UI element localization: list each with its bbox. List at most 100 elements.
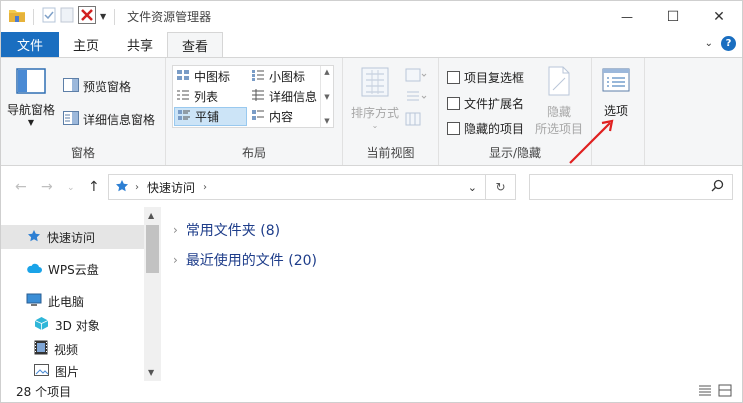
hidden-items-toggle[interactable]: 隐藏的项目 [447, 120, 524, 137]
tab-share[interactable]: 共享 [113, 32, 167, 57]
layout-list[interactable]: 列表 [174, 87, 247, 106]
item-checkboxes-checkbox[interactable] [447, 71, 460, 84]
panes-group-label: 窗格 [70, 146, 95, 160]
breadcrumb-separator-icon[interactable]: › [203, 182, 207, 193]
preview-pane-label: 预览窗格 [83, 80, 132, 94]
large-icons-view-icon[interactable] [718, 384, 732, 400]
sidebar-item-pictures[interactable]: 图片 [1, 361, 144, 381]
folder-icon [9, 8, 25, 25]
hidden-items-checkbox[interactable] [447, 122, 460, 135]
scrollbar-thumb[interactable] [146, 225, 159, 273]
scroll-up-icon[interactable]: ▲ [324, 68, 329, 76]
scroll-up-icon[interactable]: ▲ [148, 211, 154, 220]
minimize-button[interactable]: — [604, 1, 650, 32]
details-pane-button[interactable]: 详细信息窗格 [63, 111, 155, 128]
navigation-pane-dropdown-icon: ▼ [27, 118, 35, 127]
layout-medium-icons-label: 中图标 [194, 70, 231, 84]
layout-details[interactable]: 详细信息 [249, 87, 320, 106]
help-icon[interactable]: ? [721, 36, 736, 51]
add-columns-icon[interactable] [405, 90, 427, 107]
sort-by-icon [360, 66, 390, 101]
forward-arrow-icon[interactable]: → [41, 179, 53, 195]
view-switcher [698, 384, 732, 400]
annotation-arrow-icon [569, 119, 614, 164]
maximize-button[interactable]: ☐ [650, 1, 696, 32]
address-path[interactable]: 快速访问 [147, 179, 195, 196]
item-count: 28 个项目 [16, 385, 72, 399]
expand-chevron-icon[interactable]: › [173, 253, 178, 267]
customize-toolbar-chevron-icon[interactable]: ▼ [100, 12, 106, 21]
gallery-more-icon[interactable]: ▼ [324, 117, 329, 125]
layout-content-label: 内容 [269, 110, 294, 124]
list-icon [176, 89, 190, 104]
close-button[interactable]: ✕ [696, 1, 742, 32]
address-history-chevron-icon[interactable]: ⌄ [468, 181, 477, 194]
up-arrow-icon[interactable]: ↑ [88, 179, 100, 195]
sidebar-item-this-pc[interactable]: 此电脑 [1, 289, 144, 313]
sort-by-dropdown-icon: ⌄ [371, 121, 379, 130]
layout-details-label: 详细信息 [269, 90, 318, 104]
layout-content[interactable]: 内容 [249, 107, 320, 126]
current-view-group: 排序方式 ⌄ 当前视图 [343, 58, 439, 165]
tab-file[interactable]: 文件 [1, 32, 60, 57]
item-checkboxes-toggle[interactable]: 项目复选框 [447, 69, 524, 86]
sort-by-button[interactable]: 排序方式 ⌄ [351, 66, 399, 130]
quick-access-star-icon [27, 229, 41, 246]
group-frequent-folders[interactable]: › 常用文件夹 (8) [173, 220, 280, 240]
current-view-group-label: 当前视图 [366, 146, 415, 160]
file-extensions-toggle[interactable]: 文件扩展名 [447, 95, 524, 112]
navigation-pane-scrollbar[interactable]: ▲ ▼ [144, 207, 161, 381]
details-pane-label: 详细信息窗格 [83, 113, 156, 127]
size-all-columns-icon[interactable] [405, 112, 421, 129]
sidebar-item-label: 视频 [54, 342, 79, 357]
sidebar-item-3d-objects[interactable]: 3D 对象 [1, 313, 144, 337]
options-button[interactable]: 选项 [602, 68, 630, 119]
group-by-icon[interactable] [405, 68, 427, 85]
navigation-pane-label: 导航窗格 [7, 103, 56, 117]
sidebar-item-label: 快速访问 [47, 230, 96, 245]
details-view-icon[interactable] [698, 384, 712, 400]
expand-chevron-icon[interactable]: › [173, 223, 178, 237]
sidebar-item-label: 图片 [55, 364, 80, 379]
hidden-items-label: 隐藏的项目 [464, 122, 525, 136]
layout-gallery: 中图标 小图标 列表 详细信息 平铺 内容 ▲ ▼ ▼ [172, 65, 334, 128]
scroll-down-icon[interactable]: ▼ [324, 93, 329, 101]
layout-gallery-scroll[interactable]: ▲ ▼ ▼ [320, 66, 333, 127]
navigation-bar: ← → ⌄ ↑ › 快速访问 › ⌄ ↻ [1, 167, 742, 207]
tab-home[interactable]: 主页 [59, 32, 113, 57]
navigation-pane-button[interactable]: 导航窗格 ▼ [7, 68, 55, 127]
quick-access-toolbar: ▼ [1, 1, 119, 32]
tab-view[interactable]: 查看 [167, 32, 224, 58]
address-bar[interactable]: › 快速访问 › ⌄ [108, 174, 486, 200]
cloud-icon [26, 262, 42, 277]
expand-ribbon-chevron-icon[interactable]: ⌄ [705, 38, 713, 49]
layout-medium-icons[interactable]: 中图标 [174, 67, 247, 86]
scroll-down-icon[interactable]: ▼ [148, 368, 154, 377]
layout-small-icons[interactable]: 小图标 [249, 67, 320, 86]
sort-by-label: 排序方式 [351, 106, 400, 120]
sidebar-item-wps-cloud[interactable]: WPS云盘 [1, 257, 144, 281]
back-arrow-icon[interactable]: ← [15, 179, 27, 195]
layout-small-icons-label: 小图标 [269, 70, 306, 84]
cube-3d-icon [34, 316, 49, 334]
breadcrumb-separator-icon[interactable]: › [135, 182, 139, 193]
medium-icons-icon [176, 69, 190, 84]
options-icon [602, 68, 630, 95]
properties-icon[interactable] [42, 7, 56, 26]
preview-pane-button[interactable]: 预览窗格 [63, 78, 131, 95]
search-input[interactable] [529, 174, 733, 200]
new-folder-icon[interactable] [60, 7, 74, 26]
hide-selected-icon [547, 66, 571, 99]
sidebar-item-quick-access[interactable]: 快速访问 [1, 225, 144, 249]
group-recent-files[interactable]: › 最近使用的文件 (20) [173, 250, 317, 270]
item-checkboxes-label: 项目复选框 [464, 71, 525, 85]
delete-icon[interactable] [78, 6, 96, 27]
status-bar: 28 个项目 [1, 381, 742, 402]
recent-locations-chevron-icon[interactable]: ⌄ [67, 183, 75, 193]
computer-icon [26, 293, 42, 310]
ribbon-tab-bar: 文件 主页 共享 查看 ⌄ ? [1, 32, 742, 58]
refresh-button[interactable]: ↻ [486, 174, 516, 200]
layout-tiles[interactable]: 平铺 [174, 107, 247, 126]
sidebar-item-videos[interactable]: 视频 [1, 337, 144, 361]
file-extensions-checkbox[interactable] [447, 97, 460, 110]
